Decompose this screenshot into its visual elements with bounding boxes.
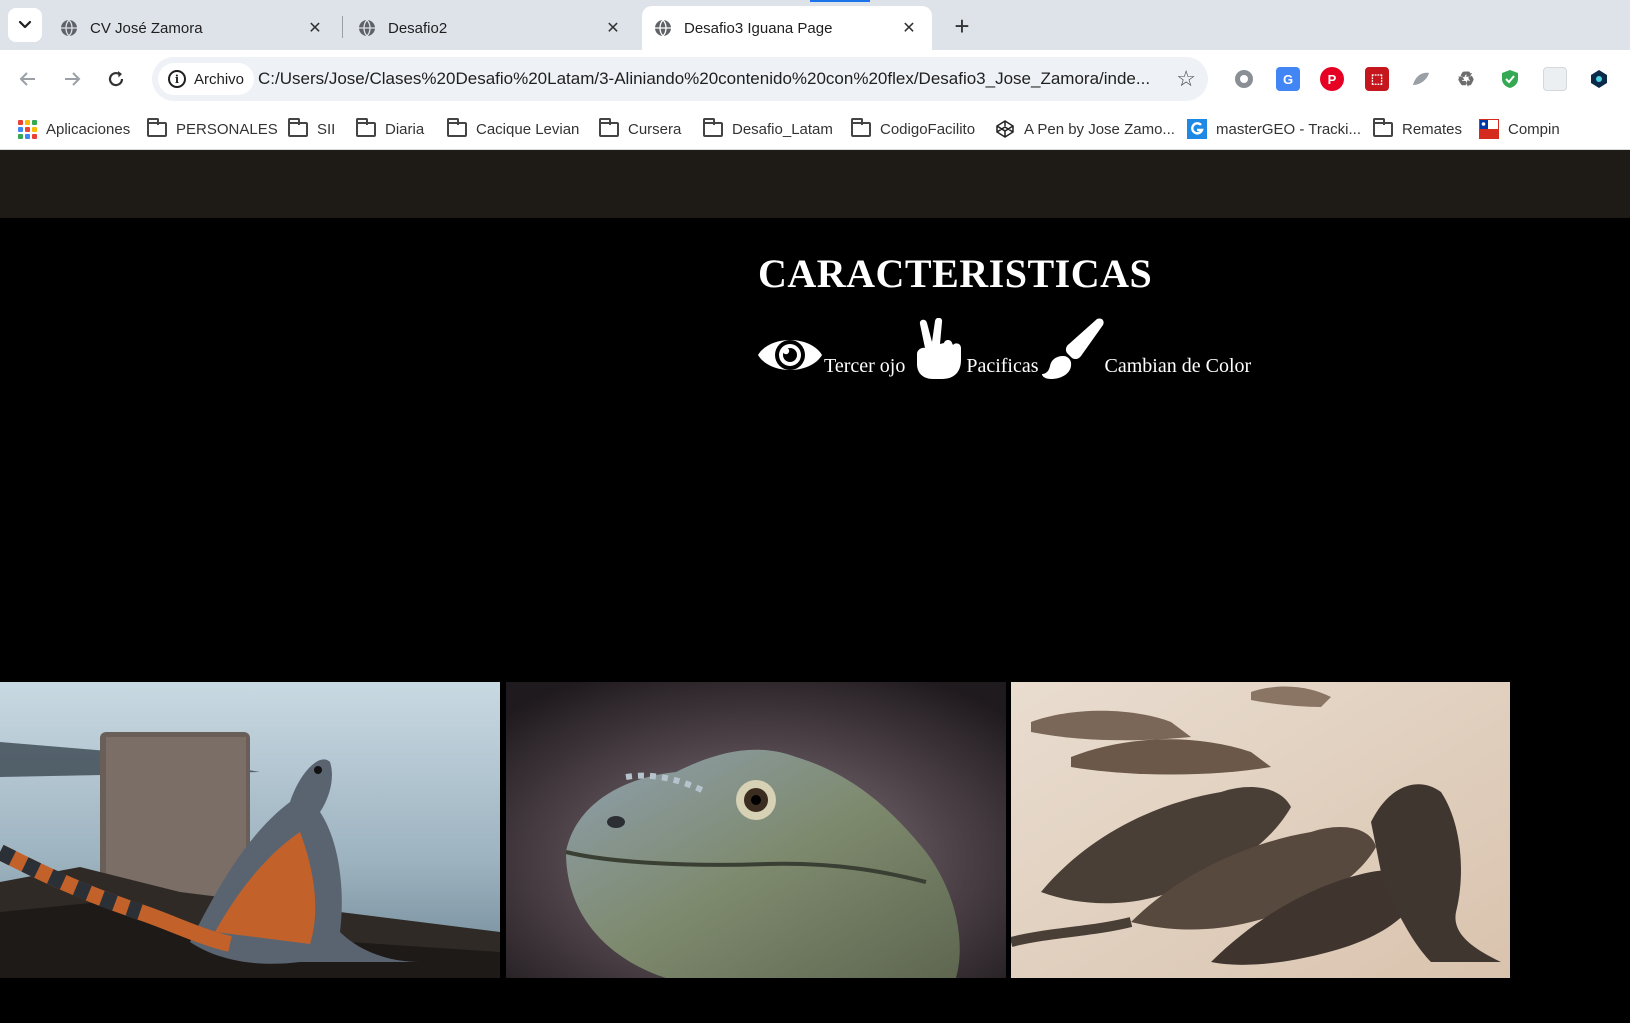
- info-icon: i: [168, 70, 186, 88]
- feature-tercer-ojo: Tercer ojo: [756, 330, 905, 380]
- address-bar[interactable]: i Archivo C:/Users/Jose/Clases%20Desafio…: [152, 57, 1208, 101]
- blank-extension-icon[interactable]: [1543, 67, 1567, 91]
- bookmark-label: SII: [317, 120, 336, 138]
- url-text[interactable]: C:/Users/Jose/Clases%20Desafio%20Latam/3…: [258, 69, 1158, 89]
- tab-strip: CV José Zamora ✕ Desafio2 ✕ Desafio3 Igu…: [0, 0, 1630, 50]
- tab-title: CV José Zamora: [90, 19, 203, 37]
- feature-label: Cambian de Color: [1104, 355, 1252, 377]
- features-heading: CARACTERISTICAS: [758, 251, 1153, 296]
- feature-pacificas: Pacificas: [911, 318, 1039, 380]
- folder-icon: [702, 117, 724, 138]
- settings-extension-icon[interactable]: [1232, 67, 1256, 91]
- tab-desafio3-iguana-page[interactable]: Desafio3 Iguana Page ✕: [642, 6, 932, 50]
- pdf-icon[interactable]: ⬚: [1365, 67, 1389, 91]
- codepen-icon: [994, 120, 1016, 138]
- bookmark-diaria[interactable]: Diaria: [355, 117, 424, 141]
- bookmark-personales[interactable]: PERSONALES: [146, 117, 278, 141]
- iguana-head-image: [506, 682, 1006, 978]
- bookmark-desafio-latam[interactable]: Desafio_Latam: [702, 117, 833, 141]
- chile-flag-icon: [1478, 119, 1500, 139]
- feature-label: Pacificas: [966, 355, 1039, 377]
- tab-strip-indicator: [810, 0, 870, 2]
- tab-desafio2[interactable]: Desafio2 ✕: [346, 6, 636, 50]
- iguana-rocks-image: [0, 682, 500, 978]
- bookmark-remates[interactable]: Remates: [1372, 117, 1462, 141]
- iguanas-beach-image: [1011, 682, 1510, 978]
- recycle-extension-icon[interactable]: ♻: [1454, 67, 1478, 91]
- reload-button[interactable]: [100, 63, 132, 95]
- paintbrush-icon: [1041, 318, 1104, 379]
- globe-icon: [359, 19, 375, 37]
- peace-hand-icon: [917, 318, 962, 379]
- bookmark-star-icon[interactable]: ☆: [1176, 66, 1196, 92]
- google-translate-icon[interactable]: G: [1276, 67, 1300, 91]
- bookmarks-bar: Aplicaciones PERSONALES SII Diaria Caciq…: [0, 108, 1630, 150]
- folder-icon: [1372, 117, 1394, 138]
- tab-title: Desafio2: [388, 19, 448, 37]
- folder-icon: [355, 117, 377, 138]
- bookmark-codigofacilito[interactable]: CodigoFacilito: [850, 117, 975, 141]
- bookmark-label: Compin: [1508, 120, 1560, 138]
- tab-separator: [342, 16, 343, 38]
- bookmark-label: masterGEO - Tracki...: [1216, 120, 1362, 138]
- browser-toolbar: i Archivo C:/Users/Jose/Clases%20Desafio…: [0, 50, 1630, 108]
- bookmark-mastergeo[interactable]: masterGEO - Tracki...: [1186, 117, 1361, 141]
- puzzle-extension-icon[interactable]: [1587, 67, 1611, 91]
- folder-icon: [850, 117, 872, 138]
- web-page: CARACTERISTICAS Tercer ojo Pacificas Cam…: [0, 150, 1630, 1023]
- bookmark-label: CodigoFacilito: [880, 120, 976, 138]
- features-list: Tercer ojo Pacificas Cambian de Color: [756, 318, 1251, 380]
- close-tab-icon[interactable]: ✕: [304, 17, 326, 39]
- back-button[interactable]: [12, 63, 44, 95]
- bookmark-label: Aplicaciones: [46, 120, 131, 138]
- leaf-extension-icon[interactable]: [1409, 67, 1433, 91]
- folder-icon: [446, 117, 468, 138]
- bookmark-label: PERSONALES: [176, 120, 278, 138]
- iguana-photo-3: [1011, 682, 1510, 978]
- chevron-down-icon: [18, 20, 32, 29]
- bookmark-label: Diaria: [385, 120, 425, 138]
- reload-icon: [108, 71, 124, 87]
- bookmark-label: Desafio_Latam: [732, 120, 833, 138]
- feature-cambian-de-color: Cambian de Color: [1041, 318, 1252, 380]
- bookmark-aplicaciones[interactable]: Aplicaciones: [16, 117, 130, 141]
- page-navbar: [0, 150, 1630, 218]
- eye-icon: [758, 340, 822, 370]
- site-chip-label: Archivo: [194, 70, 245, 88]
- features-section: CARACTERISTICAS Tercer ojo Pacificas Cam…: [756, 250, 1251, 379]
- plus-icon: +: [954, 10, 970, 41]
- globe-icon: [655, 19, 671, 37]
- close-tab-icon[interactable]: ✕: [898, 17, 920, 39]
- close-tab-icon[interactable]: ✕: [602, 17, 624, 39]
- iguana-photo-2: [506, 682, 1006, 978]
- mastergeo-icon: [1186, 119, 1208, 139]
- bookmark-compin[interactable]: Compin: [1478, 117, 1560, 141]
- bookmark-label: Remates: [1402, 120, 1463, 138]
- site-info-chip[interactable]: i Archivo: [158, 63, 255, 95]
- tab-title: Desafio3 Iguana Page: [684, 19, 833, 37]
- pinterest-icon[interactable]: P: [1320, 67, 1344, 91]
- bookmark-cacique-levian[interactable]: Cacique Levian: [446, 117, 579, 141]
- arrow-right-icon: [65, 72, 81, 86]
- new-tab-button[interactable]: +: [946, 10, 978, 42]
- bookmark-label: Cacique Levian: [476, 120, 580, 138]
- folder-icon: [287, 117, 309, 138]
- apps-grid-icon: [16, 119, 38, 139]
- bookmark-label: A Pen by Jose Zamo...: [1024, 120, 1175, 138]
- tab-cv-jose-zamora[interactable]: CV José Zamora ✕: [48, 6, 338, 50]
- folder-icon: [146, 117, 168, 138]
- feature-label: Tercer ojo: [824, 355, 906, 377]
- bookmark-label: Cursera: [628, 120, 682, 138]
- iguana-photo-1: [0, 682, 500, 978]
- arrow-left-icon: [19, 72, 35, 86]
- bookmark-sii[interactable]: SII: [287, 117, 335, 141]
- tab-search-button[interactable]: [8, 8, 42, 42]
- folder-icon: [598, 117, 620, 138]
- bookmark-a-pen[interactable]: A Pen by Jose Zamo...: [994, 117, 1175, 141]
- globe-icon: [61, 19, 77, 37]
- bookmark-cursera[interactable]: Cursera: [598, 117, 681, 141]
- forward-button[interactable]: [56, 63, 88, 95]
- shield-extension-icon[interactable]: [1498, 67, 1522, 91]
